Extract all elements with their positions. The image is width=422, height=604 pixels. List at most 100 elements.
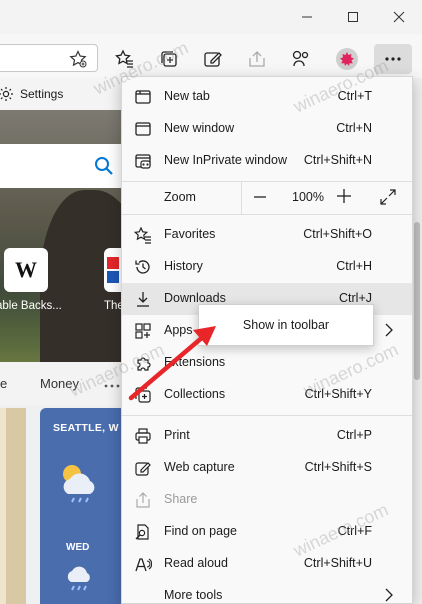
menu-item-label: New window (164, 121, 235, 135)
menu-item-label: New InPrivate window (164, 153, 287, 167)
menu-item-shortcut: Ctrl+Shift+Y (304, 387, 372, 401)
menu-item-label: Print (164, 428, 190, 442)
close-button[interactable] (376, 0, 422, 34)
chevron-right-icon (385, 323, 393, 337)
menu-item-label: Share (164, 492, 198, 506)
minimize-button[interactable] (284, 0, 330, 34)
address-bar[interactable] (0, 44, 98, 72)
weather-card[interactable]: SEATTLE, W WED (40, 408, 130, 604)
menu-item-shortcut: Ctrl+Shift+U (303, 556, 372, 570)
apps-icon (135, 323, 151, 339)
fullscreen-icon[interactable] (380, 189, 396, 205)
web-capture-icon (204, 52, 222, 67)
inprivate-icon (135, 154, 151, 169)
menu-item-label: More tools (164, 588, 223, 602)
favorites-icon (115, 49, 133, 68)
menu-item-label: Favorites (164, 227, 216, 241)
menu-item-share[interactable]: Share (122, 484, 412, 516)
menu-item-web-capture[interactable]: Web capture Ctrl+Shift+S (122, 452, 412, 484)
tooltip-label: Show in toolbar (242, 318, 330, 332)
maximize-button[interactable] (330, 0, 376, 34)
page-scrollbar[interactable] (412, 78, 422, 604)
menu-item-shortcut: Ctrl+N (336, 121, 372, 135)
menu-item-shortcut: Ctrl+P (336, 428, 372, 442)
minimize-icon (302, 16, 312, 18)
browser-toolbar (0, 34, 422, 78)
menu-item-label: Extensions (164, 355, 226, 369)
menu-item-shortcut: Ctrl+J (339, 291, 372, 305)
search-box[interactable] (0, 144, 125, 188)
extensions-icon (137, 357, 151, 371)
share-button[interactable] (246, 48, 268, 70)
news-card[interactable] (0, 408, 26, 604)
more-icon[interactable] (104, 384, 120, 388)
downloads-icon (137, 292, 149, 307)
search-button[interactable] (94, 156, 114, 181)
settings-link[interactable]: Settings (0, 78, 130, 110)
menu-item-new-window[interactable]: New window Ctrl+N (122, 113, 412, 145)
menu-item-more-tools[interactable]: More tools (122, 580, 412, 604)
tile-label: able Backs... (0, 300, 62, 312)
menu-item-label: Web capture (164, 460, 235, 474)
menu-separator (122, 415, 412, 416)
share-icon (249, 51, 265, 67)
menu-separator (122, 214, 412, 215)
favorite-star-icon[interactable] (69, 50, 87, 68)
collections-button[interactable] (158, 48, 180, 70)
more-icon (385, 57, 401, 61)
gear-icon (0, 87, 13, 101)
extensions-icon (292, 50, 309, 67)
show-in-toolbar-option[interactable]: Show in toolbar (198, 304, 374, 346)
settings-label: Settings (20, 87, 64, 101)
new-window-icon (135, 122, 151, 136)
profile-badge-icon (340, 52, 354, 66)
scrollbar-thumb[interactable] (414, 222, 420, 380)
partly-cloudy-rain-icon (63, 465, 95, 503)
feed-tab[interactable]: e (0, 376, 7, 391)
weather-city: SEATTLE, W (53, 422, 119, 434)
menu-item-read-aloud[interactable]: Read aloud Ctrl+Shift+U (122, 548, 412, 580)
menu-item-label: Find on page (164, 524, 237, 538)
menu-item-new-tab[interactable]: New tab Ctrl+T (122, 81, 412, 113)
zoom-out-icon[interactable] (253, 190, 267, 204)
maximize-icon (348, 12, 358, 22)
history-icon (135, 260, 150, 274)
settings-and-more-button[interactable] (374, 44, 412, 74)
new-tab-icon (135, 90, 151, 104)
menu-item-extensions[interactable]: Extensions (122, 347, 412, 379)
menu-item-shortcut: Ctrl+Shift+N (303, 153, 372, 167)
menu-item-collections[interactable]: Collections Ctrl+Shift+Y (122, 379, 412, 411)
zoom-in-icon[interactable] (336, 188, 352, 204)
extensions-button[interactable] (290, 48, 312, 70)
menu-item-shortcut: Ctrl+H (336, 259, 372, 273)
cloud-rain-icon (67, 566, 90, 591)
feed-tab-money[interactable]: Money (40, 376, 79, 391)
menu-item-label: Collections (164, 387, 226, 401)
menu-item-new-inprivate-window[interactable]: New InPrivate window Ctrl+Shift+N (122, 145, 412, 177)
favorites-button[interactable] (114, 48, 136, 70)
tile-logo (107, 257, 119, 283)
menu-item-shortcut: Ctrl+Shift+S (304, 460, 372, 474)
find-icon (135, 524, 149, 540)
menu-item-label: Downloads (164, 291, 226, 305)
menu-item-print[interactable]: Print Ctrl+P (122, 420, 412, 452)
tile-logo: W (15, 257, 37, 282)
menu-item-history[interactable]: History Ctrl+H (122, 251, 412, 283)
menu-item-label: New tab (164, 89, 210, 103)
menu-item-label: Read aloud (164, 556, 228, 570)
title-bar (0, 0, 422, 34)
profile-avatar[interactable] (336, 48, 358, 70)
menu-item-find-on-page[interactable]: Find on page Ctrl+F (122, 516, 412, 548)
zoom-divider (241, 182, 242, 214)
web-capture-button[interactable] (202, 48, 224, 70)
chevron-right-icon (385, 588, 393, 602)
menu-item-favorites[interactable]: Favorites Ctrl+Shift+O (122, 219, 412, 251)
close-icon (393, 11, 405, 23)
print-icon (135, 428, 151, 444)
quick-link-tile[interactable]: W (4, 248, 48, 292)
quick-link-tile[interactable] (104, 248, 122, 292)
menu-item-shortcut: Ctrl+T (337, 89, 372, 103)
collections-icon (135, 387, 151, 403)
weather-day: WED (66, 542, 90, 553)
menu-item-shortcut: Ctrl+F (337, 524, 372, 538)
